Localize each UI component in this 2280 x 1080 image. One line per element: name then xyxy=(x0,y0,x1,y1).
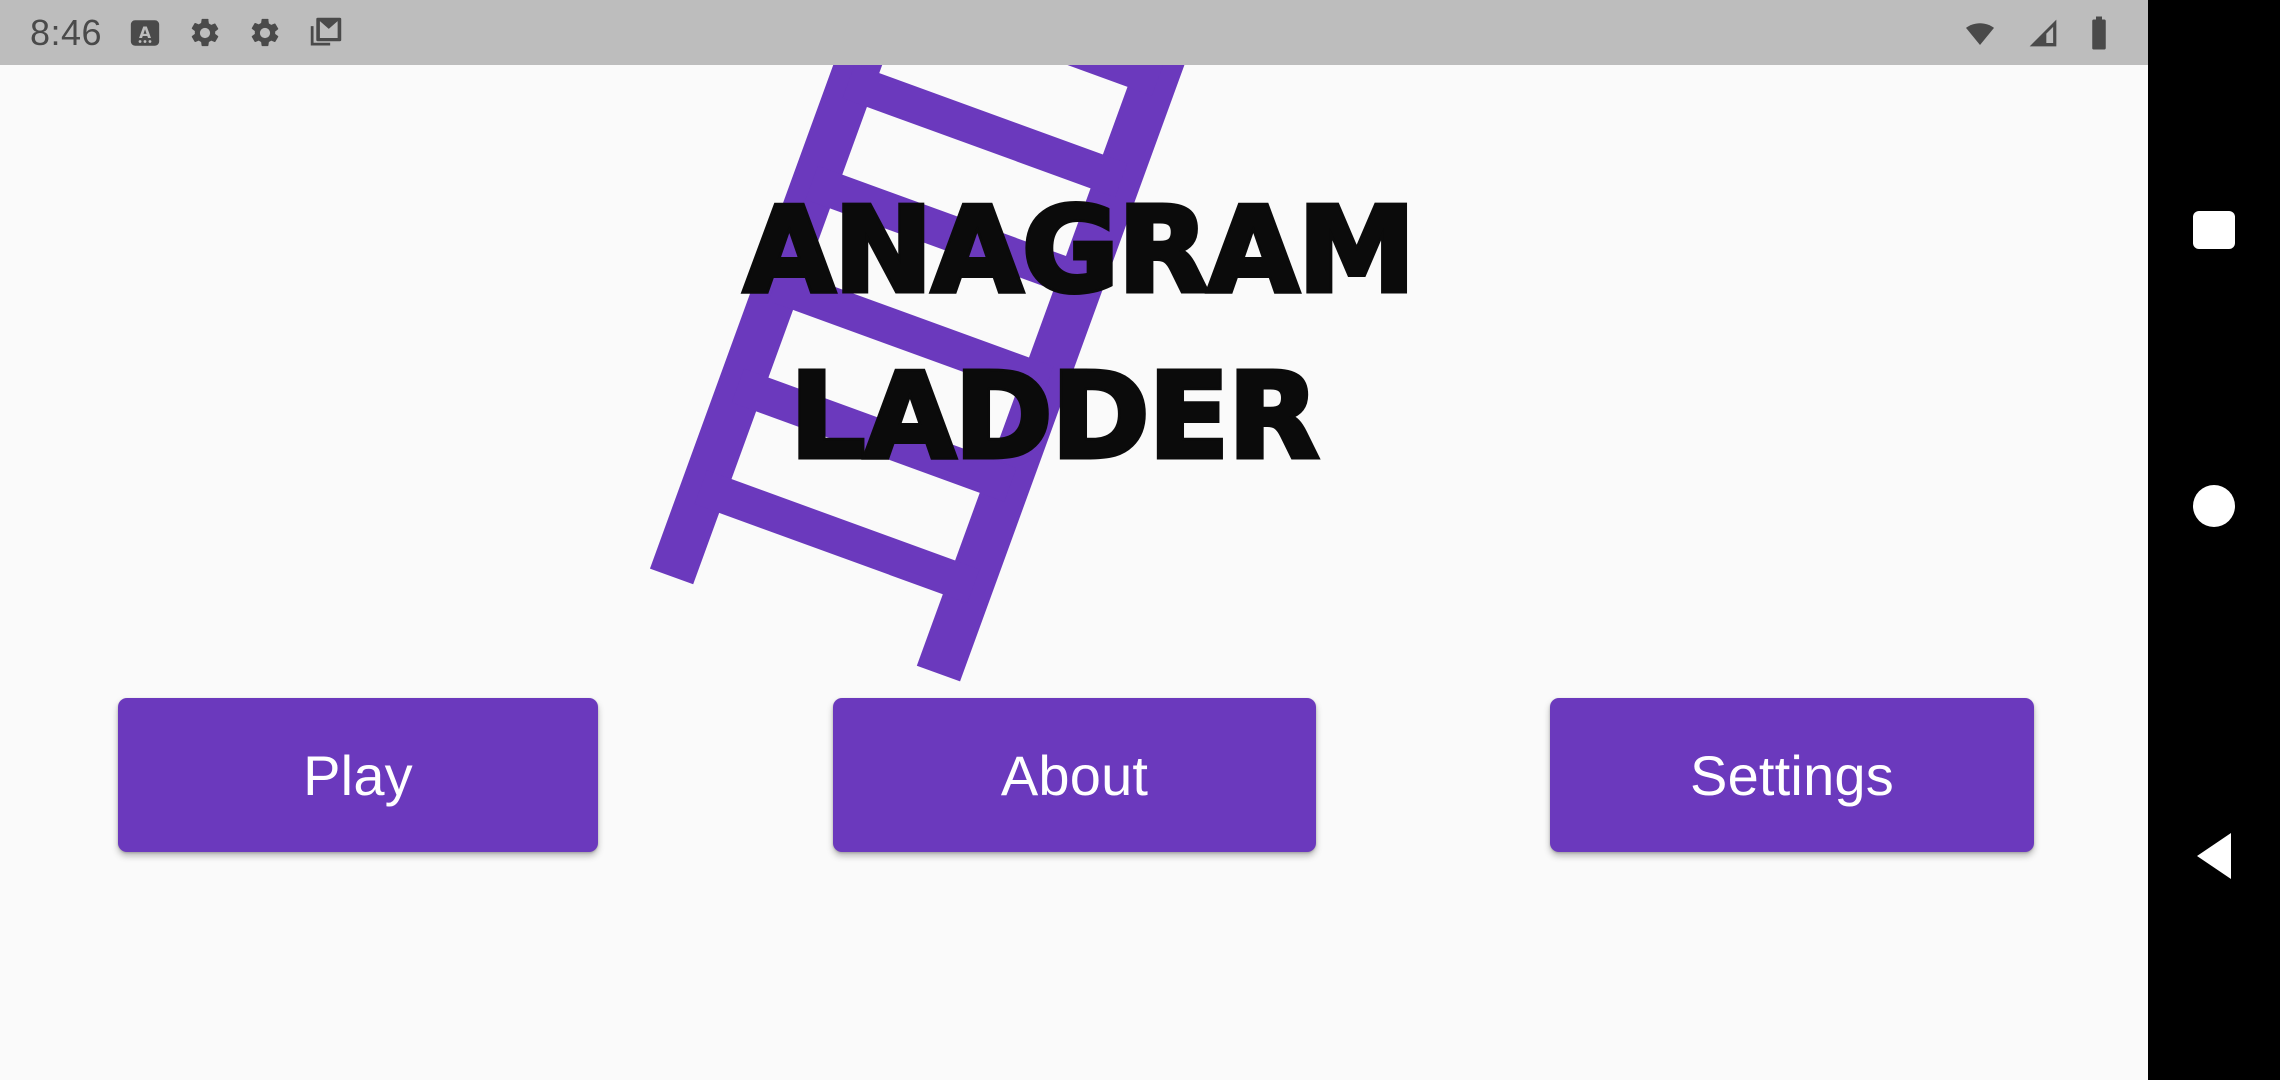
phone-viewport: 8:46 A ANAGRAM LADDER Play About Setting… xyxy=(0,0,2148,1080)
play-button[interactable]: Play xyxy=(118,698,598,852)
battery-icon xyxy=(2086,15,2112,51)
recents-button[interactable] xyxy=(2148,164,2280,296)
home-button[interactable] xyxy=(2148,440,2280,572)
settings-gear-icon-2 xyxy=(248,16,282,50)
square-icon xyxy=(2193,211,2235,249)
status-bar-clock: 8:46 xyxy=(30,11,103,53)
cellular-signal-icon xyxy=(2024,17,2062,49)
gmail-icon xyxy=(308,15,344,51)
status-bar-right-group xyxy=(1960,15,2148,51)
system-navigation-bar xyxy=(2148,0,2280,1080)
settings-gear-icon xyxy=(188,16,222,50)
screen: 8:46 A ANAGRAM LADDER Play About Setting… xyxy=(0,0,2280,1080)
ladder-rung xyxy=(842,65,1128,198)
about-button[interactable]: About xyxy=(833,698,1316,852)
back-button[interactable] xyxy=(2148,790,2280,922)
status-bar: 8:46 A xyxy=(0,0,2148,65)
svg-text:A: A xyxy=(139,23,151,41)
keyboard-input-icon: A xyxy=(128,16,162,50)
app-title: ANAGRAM LADDER xyxy=(0,181,2148,486)
status-bar-left-group: 8:46 A xyxy=(0,12,344,54)
ladder-rung xyxy=(879,65,1165,96)
triangle-back-icon xyxy=(2197,833,2231,879)
app-title-line-anagram: ANAGRAM xyxy=(741,181,1418,319)
circle-icon xyxy=(2193,485,2235,527)
main-menu-buttons: Play About Settings xyxy=(0,698,2148,854)
wifi-icon xyxy=(1960,17,2000,49)
ladder-rung xyxy=(694,470,980,604)
app-title-line-ladder: LADDER xyxy=(788,347,1322,486)
settings-button[interactable]: Settings xyxy=(1550,698,2034,852)
